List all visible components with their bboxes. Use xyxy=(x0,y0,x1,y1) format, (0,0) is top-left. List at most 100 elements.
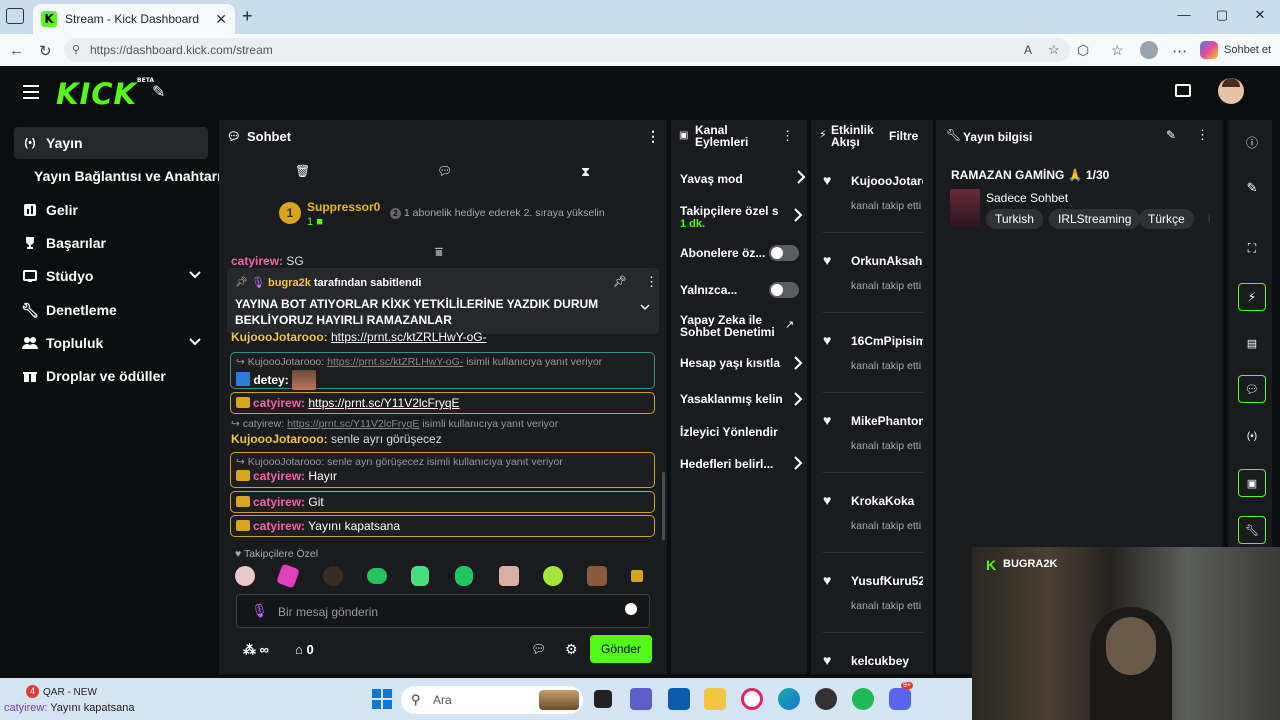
store-app-icon[interactable] xyxy=(668,688,690,710)
actions-toggle-icon[interactable]: ▣ xyxy=(1238,469,1266,497)
task-view-icon[interactable] xyxy=(594,690,612,708)
sidebar-item-gelir[interactable]: Gelir xyxy=(14,194,208,226)
tag-chip[interactable]: Turkish xyxy=(986,209,1043,229)
sidebar-item-droplar[interactable]: Droplar ve ödüller xyxy=(14,360,208,392)
pinned-more-icon[interactable]: ⋮ xyxy=(645,274,658,290)
chat-link[interactable]: https://prnt.sc/Y11V2lcFryqE xyxy=(308,396,459,410)
document-icon[interactable]: ▤ xyxy=(1238,329,1266,357)
message-input[interactable]: 🎙︎ Bir mesaj gönderin xyxy=(236,594,650,628)
refresh-icon[interactable]: ↻ xyxy=(39,42,52,60)
windows-start-icon[interactable] xyxy=(372,689,392,709)
emote-icon[interactable] xyxy=(411,566,429,586)
settings-gear-icon[interactable]: ⚙ xyxy=(565,641,578,658)
kick-logo[interactable]: KICKBETA xyxy=(56,77,154,111)
edit-icon[interactable]: ✎ xyxy=(1238,174,1266,202)
event-username[interactable]: 16CmPipisim xyxy=(851,334,923,348)
send-button[interactable]: Gönder xyxy=(590,635,652,663)
reply-link[interactable]: https://prnt.sc/Y11V2lcFryqE xyxy=(287,418,419,430)
tab-actions-icon[interactable] xyxy=(6,8,24,24)
goals-item[interactable]: Hedefleri belirl... xyxy=(680,457,800,471)
emote-icon[interactable] xyxy=(631,570,643,582)
sidebar-item-topluluk[interactable]: Topluluk xyxy=(14,327,208,359)
chat-username[interactable]: catyirew: xyxy=(231,254,283,268)
url-input[interactable]: ⚲ https://dashboard.kick.com/stream A ☆ xyxy=(64,38,1070,62)
chat-username[interactable]: catyirew: xyxy=(253,495,305,509)
followers-only-item[interactable]: Takipçilere özel s1 dk. xyxy=(680,204,792,230)
event-username[interactable]: MikePhantom xyxy=(851,414,923,428)
tag-chip[interactable]: Türkçe xyxy=(1139,209,1194,229)
chevron-right-icon[interactable] xyxy=(793,356,803,370)
scroll-down-icon[interactable]: ⩸ xyxy=(435,244,443,260)
emote-icon[interactable] xyxy=(587,566,607,586)
slow-mode-item[interactable]: Yavaş mod xyxy=(680,170,806,186)
chat-username[interactable]: KujoooJotarooo: xyxy=(231,432,328,446)
viewer-redirect-item[interactable]: İzleyici Yönlendir xyxy=(680,425,800,439)
chat-username[interactable]: KujoooJotarooo: xyxy=(231,330,328,344)
category-name[interactable]: Sadece Sohbet xyxy=(986,191,1068,205)
hourglass-icon[interactable]: ⧗ xyxy=(581,164,590,180)
broadcast-toggle-icon[interactable]: (•) xyxy=(1238,422,1266,450)
copilot-label[interactable]: Sohbet et xyxy=(1224,44,1271,56)
tools-icon[interactable]: ✎ xyxy=(152,82,165,102)
expand-chevron-icon[interactable] xyxy=(639,302,651,312)
discord-icon[interactable]: 9+ xyxy=(889,682,913,710)
hamburger-menu-icon[interactable] xyxy=(23,85,39,99)
fullscreen-icon[interactable]: ⛶ xyxy=(1238,234,1266,262)
emote-icon[interactable] xyxy=(323,566,343,586)
tag-chip[interactable]: IRLStreaming xyxy=(1049,209,1141,229)
emoji-icon[interactable] xyxy=(625,603,637,615)
filter-button[interactable]: Filtre xyxy=(889,129,918,143)
chat-bubble-small-icon[interactable]: 💬︎ xyxy=(531,642,546,656)
profile-avatar[interactable] xyxy=(1140,41,1158,59)
chevron-down-icon[interactable] xyxy=(188,268,202,282)
new-tab-icon[interactable]: + xyxy=(242,6,253,27)
event-username[interactable]: KujoooJotarooo xyxy=(851,174,923,188)
chat-toggle-icon[interactable]: 💬︎ xyxy=(1238,375,1266,403)
sidebar-item-yayin[interactable]: (•) Yayın xyxy=(14,127,208,159)
event-username[interactable]: kelcukbey xyxy=(851,654,923,668)
site-info-icon[interactable]: ⚲ xyxy=(72,38,80,62)
info-more-icon[interactable]: ⋮ xyxy=(1196,127,1209,143)
taskbar-search[interactable]: ⚲ Ara xyxy=(401,686,583,714)
spotify-icon[interactable] xyxy=(852,688,874,710)
maximize-icon[interactable]: ▢ xyxy=(1212,7,1232,23)
emote-icon[interactable] xyxy=(276,563,300,589)
emote-icon[interactable] xyxy=(543,566,563,586)
chat-scrollbar[interactable] xyxy=(662,472,665,540)
lightning-icon[interactable]: ⚡︎ xyxy=(1238,283,1266,311)
copilot-icon[interactable] xyxy=(1200,41,1218,59)
edge-icon[interactable] xyxy=(778,688,800,710)
user-avatar[interactable] xyxy=(1218,78,1244,104)
chat-link[interactable]: https://prnt.sc/ktZRLHwY-oG- xyxy=(331,330,487,344)
favorites-icon[interactable]: ☆ xyxy=(1111,42,1124,59)
leader-name[interactable]: Suppressor0 xyxy=(307,200,380,214)
stream-preview-icon[interactable] xyxy=(1175,84,1191,97)
trash-icon[interactable]: 🗑︎ xyxy=(295,164,310,178)
read-aloud-icon[interactable]: A xyxy=(1024,38,1032,62)
chat-more-icon[interactable]: ⋮ xyxy=(646,128,660,145)
sidebar-item-basarilar[interactable]: Başarılar xyxy=(14,227,208,259)
chat-username[interactable]: detey: xyxy=(253,373,288,387)
chat-username[interactable]: catyirew: xyxy=(253,519,305,533)
chat-username[interactable]: catyirew: xyxy=(253,469,305,483)
sidebar-item-denetleme[interactable]: 🔧︎ Denetleme xyxy=(14,294,208,326)
notification-widget[interactable]: 4 QAR - NEW catyirew: Yayını kapatsana xyxy=(4,684,164,716)
more-menu-icon[interactable]: ⋯ xyxy=(1172,42,1187,60)
chevron-right-icon[interactable] xyxy=(793,456,803,470)
banned-words-item[interactable]: Yasaklanmış kelin xyxy=(680,392,788,406)
close-tab-icon[interactable]: ✕ xyxy=(215,11,227,28)
reply-link[interactable]: https://prnt.sc/ktZRLHwY-oG- xyxy=(327,356,463,368)
ai-moderation-item[interactable]: Yapay Zeka ile Sohbet Denetimi xyxy=(680,314,800,338)
chat-filter-icon[interactable]: 💬︎ xyxy=(437,164,452,178)
external-chart-icon[interactable]: ↗ xyxy=(785,318,794,331)
emote-icon[interactable] xyxy=(235,566,255,586)
app-icon[interactable] xyxy=(815,688,837,710)
close-window-icon[interactable]: ✕ xyxy=(1250,7,1270,23)
event-username[interactable]: OrkunAksahin xyxy=(851,254,923,268)
edit-pencil-icon[interactable]: ✎ xyxy=(1166,128,1176,142)
points-count[interactable]: ⌂ 0 xyxy=(295,642,314,657)
browser-tab[interactable]: K Stream - Kick Dashboard ✕ xyxy=(33,4,235,34)
category-thumbnail[interactable] xyxy=(950,189,980,227)
subs-only-toggle[interactable] xyxy=(769,245,799,261)
minimize-icon[interactable]: — xyxy=(1174,7,1194,22)
